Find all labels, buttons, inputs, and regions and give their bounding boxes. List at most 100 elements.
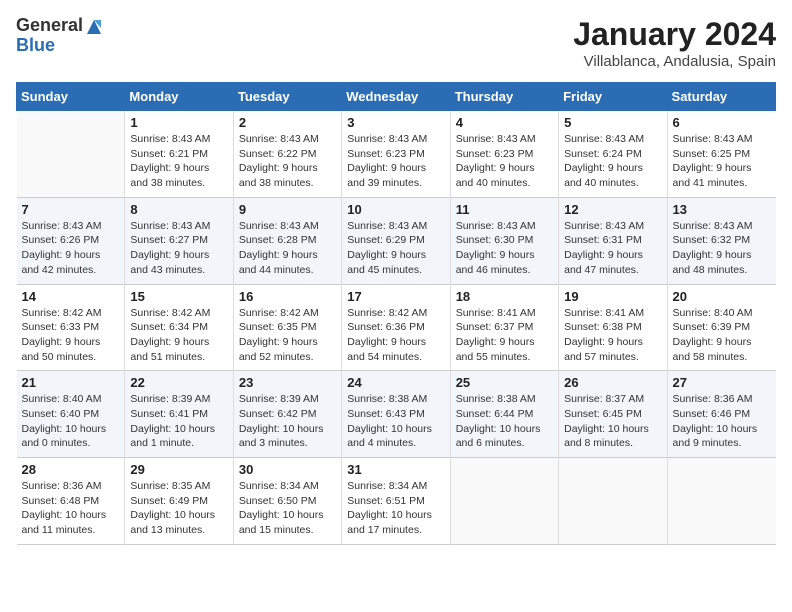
calendar-cell: 19 Sunrise: 8:41 AMSunset: 6:38 PMDayligh…: [559, 284, 667, 371]
calendar-cell: 27 Sunrise: 8:36 AMSunset: 6:46 PMDayligh…: [667, 371, 775, 458]
weekday-header-sunday: Sunday: [17, 83, 125, 111]
day-info: Sunrise: 8:43 AMSunset: 6:22 PMDaylight:…: [239, 132, 336, 191]
day-number: 6: [673, 115, 771, 130]
day-number: 7: [22, 202, 120, 217]
day-number: 2: [239, 115, 336, 130]
day-info: Sunrise: 8:41 AMSunset: 6:37 PMDaylight:…: [456, 306, 553, 365]
calendar-cell: 28Sunrise: 8:36 AMSunset: 6:48 PMDayligh…: [17, 458, 125, 545]
day-info: Sunrise: 8:42 AMSunset: 6:33 PMDaylight:…: [22, 306, 120, 365]
day-number: 31: [347, 462, 444, 477]
calendar-cell: 21 Sunrise: 8:40 AMSunset: 6:40 PMDayligh…: [17, 371, 125, 458]
day-number: 9: [239, 202, 336, 217]
calendar-cell: 26Sunrise: 8:37 AMSunset: 6:45 PMDayligh…: [559, 371, 667, 458]
calendar-cell: 15Sunrise: 8:42 AMSunset: 6:34 PMDayligh…: [125, 284, 233, 371]
day-info: Sunrise: 8:43 AMSunset: 6:29 PMDaylight:…: [347, 219, 444, 278]
logo: General Blue: [16, 16, 103, 56]
day-info: Sunrise: 8:41 AMSunset: 6:38 PMDaylight:…: [564, 306, 661, 365]
day-info: Sunrise: 8:40 AMSunset: 6:40 PMDaylight:…: [22, 392, 120, 451]
day-info: Sunrise: 8:39 AMSunset: 6:41 PMDaylight:…: [130, 392, 227, 451]
calendar-cell: 9 Sunrise: 8:43 AMSunset: 6:28 PMDaylight…: [233, 197, 341, 284]
day-info: Sunrise: 8:43 AMSunset: 6:24 PMDaylight:…: [564, 132, 661, 191]
calendar-cell: 8Sunrise: 8:43 AMSunset: 6:27 PMDaylight…: [125, 197, 233, 284]
calendar-cell: 10 Sunrise: 8:43 AMSunset: 6:29 PMDayligh…: [342, 197, 450, 284]
day-number: 23: [239, 375, 336, 390]
calendar-cell: 12 Sunrise: 8:43 AMSunset: 6:31 PMDayligh…: [559, 197, 667, 284]
day-number: 22: [130, 375, 227, 390]
calendar-cell: 23 Sunrise: 8:39 AMSunset: 6:42 PMDayligh…: [233, 371, 341, 458]
calendar-cell: 20 Sunrise: 8:40 AMSunset: 6:39 PMDayligh…: [667, 284, 775, 371]
day-info: Sunrise: 8:43 AMSunset: 6:28 PMDaylight:…: [239, 219, 336, 278]
day-number: 13: [673, 202, 771, 217]
calendar-body: 1 Sunrise: 8:43 AMSunset: 6:21 PMDaylight…: [17, 111, 776, 545]
calendar-cell: 30 Sunrise: 8:34 AMSunset: 6:50 PMDayligh…: [233, 458, 341, 545]
calendar-cell: 5 Sunrise: 8:43 AMSunset: 6:24 PMDaylight…: [559, 111, 667, 198]
calendar-cell: 7Sunrise: 8:43 AMSunset: 6:26 PMDaylight…: [17, 197, 125, 284]
day-number: 4: [456, 115, 553, 130]
title-block: January 2024 Villablanca, Andalusia, Spa…: [573, 16, 776, 70]
day-number: 18: [456, 289, 553, 304]
day-number: 25: [456, 375, 553, 390]
day-info: Sunrise: 8:43 AMSunset: 6:21 PMDaylight:…: [130, 132, 227, 191]
logo-general: General: [16, 16, 83, 36]
calendar-cell: 29 Sunrise: 8:35 AMSunset: 6:49 PMDayligh…: [125, 458, 233, 545]
logo-blue: Blue: [16, 36, 103, 56]
weekday-header-saturday: Saturday: [667, 83, 775, 111]
logo-icon: [85, 18, 103, 36]
calendar-week-row: 14 Sunrise: 8:42 AMSunset: 6:33 PMDayligh…: [17, 284, 776, 371]
day-number: 19: [564, 289, 661, 304]
calendar-cell: 13 Sunrise: 8:43 AMSunset: 6:32 PMDayligh…: [667, 197, 775, 284]
day-number: 1: [130, 115, 227, 130]
day-number: 3: [347, 115, 444, 130]
calendar-cell: 14 Sunrise: 8:42 AMSunset: 6:33 PMDayligh…: [17, 284, 125, 371]
day-number: 30: [239, 462, 336, 477]
calendar-cell: 25 Sunrise: 8:38 AMSunset: 6:44 PMDayligh…: [450, 371, 558, 458]
day-info: Sunrise: 8:34 AMSunset: 6:50 PMDaylight:…: [239, 479, 336, 538]
day-number: 29: [130, 462, 227, 477]
calendar-table: SundayMondayTuesdayWednesdayThursdayFrid…: [16, 82, 776, 545]
calendar-cell: 1 Sunrise: 8:43 AMSunset: 6:21 PMDaylight…: [125, 111, 233, 198]
day-info: Sunrise: 8:39 AMSunset: 6:42 PMDaylight:…: [239, 392, 336, 451]
day-info: Sunrise: 8:42 AMSunset: 6:36 PMDaylight:…: [347, 306, 444, 365]
calendar-cell: [667, 458, 775, 545]
day-info: Sunrise: 8:43 AMSunset: 6:30 PMDaylight:…: [456, 219, 553, 278]
day-number: 5: [564, 115, 661, 130]
day-info: Sunrise: 8:43 AMSunset: 6:32 PMDaylight:…: [673, 219, 771, 278]
day-number: 10: [347, 202, 444, 217]
logo-text: General Blue: [16, 16, 103, 56]
calendar-header: SundayMondayTuesdayWednesdayThursdayFrid…: [17, 83, 776, 111]
month-year-title: January 2024: [573, 16, 776, 53]
day-number: 27: [673, 375, 771, 390]
day-info: Sunrise: 8:35 AMSunset: 6:49 PMDaylight:…: [130, 479, 227, 538]
calendar-cell: 4Sunrise: 8:43 AMSunset: 6:23 PMDaylight…: [450, 111, 558, 198]
weekday-header-row: SundayMondayTuesdayWednesdayThursdayFrid…: [17, 83, 776, 111]
calendar-cell: 17 Sunrise: 8:42 AMSunset: 6:36 PMDayligh…: [342, 284, 450, 371]
day-info: Sunrise: 8:43 AMSunset: 6:31 PMDaylight:…: [564, 219, 661, 278]
day-number: 20: [673, 289, 771, 304]
calendar-cell: 11 Sunrise: 8:43 AMSunset: 6:30 PMDayligh…: [450, 197, 558, 284]
day-info: Sunrise: 8:42 AMSunset: 6:35 PMDaylight:…: [239, 306, 336, 365]
weekday-header-thursday: Thursday: [450, 83, 558, 111]
day-number: 17: [347, 289, 444, 304]
day-number: 12: [564, 202, 661, 217]
day-info: Sunrise: 8:36 AMSunset: 6:46 PMDaylight:…: [673, 392, 771, 451]
calendar-cell: 6Sunrise: 8:43 AMSunset: 6:25 PMDaylight…: [667, 111, 775, 198]
calendar-week-row: 7Sunrise: 8:43 AMSunset: 6:26 PMDaylight…: [17, 197, 776, 284]
weekday-header-monday: Monday: [125, 83, 233, 111]
day-number: 24: [347, 375, 444, 390]
day-number: 21: [22, 375, 120, 390]
calendar-week-row: 21 Sunrise: 8:40 AMSunset: 6:40 PMDayligh…: [17, 371, 776, 458]
calendar-cell: 22 Sunrise: 8:39 AMSunset: 6:41 PMDayligh…: [125, 371, 233, 458]
location-subtitle: Villablanca, Andalusia, Spain: [573, 53, 776, 70]
calendar-cell: [17, 111, 125, 198]
calendar-cell: 18 Sunrise: 8:41 AMSunset: 6:37 PMDayligh…: [450, 284, 558, 371]
day-info: Sunrise: 8:38 AMSunset: 6:44 PMDaylight:…: [456, 392, 553, 451]
page-header: General Blue January 2024 Villablanca, A…: [16, 16, 776, 70]
day-info: Sunrise: 8:34 AMSunset: 6:51 PMDaylight:…: [347, 479, 444, 538]
day-number: 28: [22, 462, 120, 477]
weekday-header-tuesday: Tuesday: [233, 83, 341, 111]
day-number: 14: [22, 289, 120, 304]
day-info: Sunrise: 8:40 AMSunset: 6:39 PMDaylight:…: [673, 306, 771, 365]
day-number: 11: [456, 202, 553, 217]
calendar-week-row: 1 Sunrise: 8:43 AMSunset: 6:21 PMDaylight…: [17, 111, 776, 198]
day-info: Sunrise: 8:38 AMSunset: 6:43 PMDaylight:…: [347, 392, 444, 451]
